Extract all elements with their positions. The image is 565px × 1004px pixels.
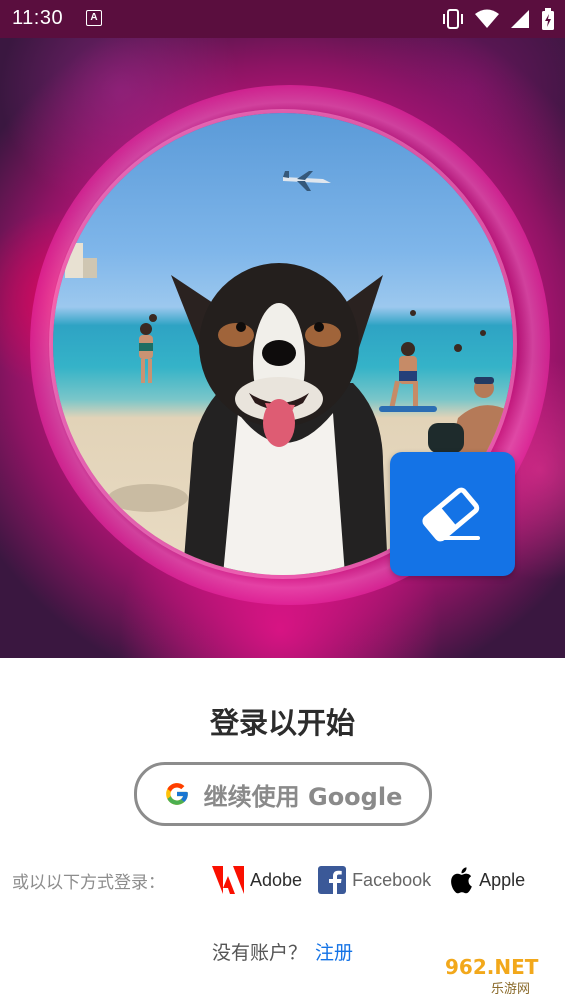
wifi-icon bbox=[475, 9, 499, 28]
vibrate-icon bbox=[443, 9, 463, 29]
watermark-subtext: 乐游网 bbox=[491, 982, 530, 997]
status-time: 11:30 bbox=[12, 7, 64, 29]
adobe-logo-icon bbox=[212, 866, 244, 894]
facebook-login-button[interactable]: Facebook bbox=[318, 866, 431, 894]
battery-icon bbox=[542, 8, 554, 30]
alt-login-row: 或以以下方式登录： Adobe Facebook Apple bbox=[12, 862, 552, 898]
eraser-icon bbox=[421, 487, 480, 542]
apple-logo-icon bbox=[451, 867, 472, 894]
facebook-label: Facebook bbox=[352, 869, 432, 890]
eraser-app-badge bbox=[390, 452, 515, 576]
alt-login-label: 或以以下方式登录： bbox=[12, 872, 165, 893]
status-bar: 11:30 A bbox=[0, 0, 565, 38]
beachgoer-man bbox=[428, 377, 513, 458]
beachgoer-right bbox=[379, 342, 437, 412]
notification-a-icon: A bbox=[86, 10, 102, 26]
watermark-text: 962.NET bbox=[445, 955, 539, 979]
beachgoer-left bbox=[139, 323, 153, 383]
signup-prompt: 没有账户？ bbox=[211, 942, 307, 964]
hero-image bbox=[0, 0, 565, 658]
google-logo-icon bbox=[165, 783, 188, 805]
facebook-logo-icon bbox=[318, 866, 347, 894]
login-title: 登录以开始 bbox=[209, 706, 355, 740]
apple-login-button[interactable]: Apple bbox=[447, 865, 525, 895]
dog bbox=[171, 263, 388, 575]
adobe-label: Adobe bbox=[250, 869, 303, 890]
google-button-label: 继续使用 Google bbox=[203, 782, 403, 811]
apple-label: Apple bbox=[479, 869, 526, 890]
adobe-login-button[interactable]: Adobe bbox=[212, 866, 302, 894]
airplane bbox=[283, 171, 331, 191]
status-icons bbox=[441, 7, 555, 31]
watermark: 962.NET 乐游网 bbox=[425, 950, 557, 998]
continue-with-google-button[interactable]: 继续使用 Google bbox=[134, 762, 432, 826]
signal-icon bbox=[511, 10, 529, 28]
signup-link[interactable]: 注册 bbox=[315, 942, 353, 964]
